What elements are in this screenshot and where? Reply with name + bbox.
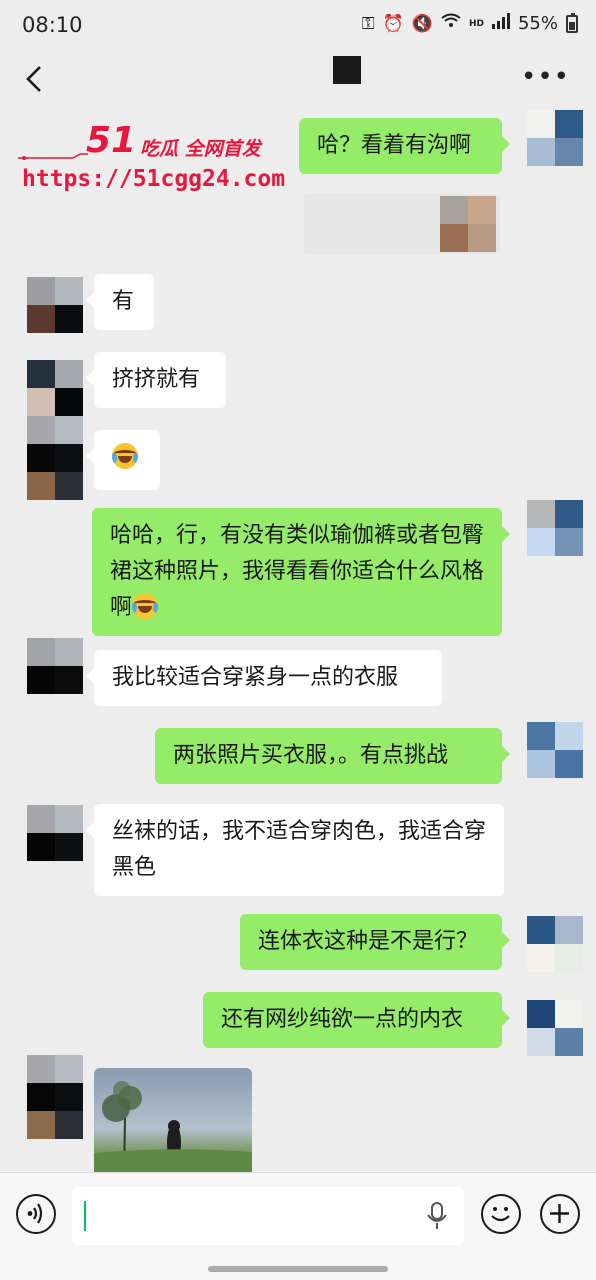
message-text: 有 <box>112 289 135 314</box>
avatar-contact[interactable] <box>27 805 83 861</box>
message-text: 还有网纱纯欲一点的内衣 <box>221 1007 464 1032</box>
avatar-self[interactable] <box>527 1000 583 1056</box>
avatar-contact[interactable] <box>27 1055 83 1111</box>
text-cursor <box>84 1201 86 1231</box>
avatar-contact[interactable] <box>27 416 83 472</box>
avatar-contact[interactable] <box>27 360 83 416</box>
signal-icon <box>491 13 510 34</box>
battery-percent: 55% <box>517 13 558 34</box>
message-text: 连体衣这种是不是行？ <box>258 929 479 954</box>
laughing-crying-emoji <box>112 443 138 469</box>
message-text: 哈哈，行，有没有类似瑜伽裤或者包臀裙这种照片，我得看看你适合什么风格啊 <box>110 523 485 620</box>
more-dots-icon[interactable]: ••• <box>521 64 570 90</box>
chat-title-redacted <box>333 56 361 84</box>
avatar-self[interactable] <box>527 722 583 778</box>
message-text: 两张照片买衣服，。有点挑战 <box>173 743 449 768</box>
avatar-contact-partial <box>27 472 83 500</box>
wifi-icon <box>441 13 461 34</box>
message-text: 我比较适合穿紧身一点的衣服 <box>112 665 399 690</box>
message-bubble-out[interactable]: 连体衣这种是不是行？ <box>240 914 510 970</box>
avatar-self[interactable] <box>527 110 583 166</box>
avatar-self[interactable] <box>527 916 583 972</box>
image-message[interactable] <box>94 1068 252 1178</box>
battery-icon <box>566 12 578 33</box>
mute-icon: 🔇 <box>411 13 433 34</box>
input-bar <box>0 1172 596 1280</box>
status-icons: ⚿ ⏰ 🔇 HD 55% <box>361 12 578 34</box>
plus-icon <box>550 1204 569 1223</box>
watermark-url: https://51cgg24.com <box>22 166 286 192</box>
avatar-contact[interactable] <box>27 277 83 333</box>
voice-input-button[interactable] <box>16 1194 56 1234</box>
home-indicator[interactable] <box>208 1266 388 1272</box>
message-bubble-in[interactable]: 我比较适合穿紧身一点的衣服 <box>86 650 442 706</box>
microphone-icon[interactable] <box>426 1201 448 1231</box>
chevron-left-icon[interactable] <box>22 64 46 94</box>
message-bubble-out[interactable]: 哈哈，行，有没有类似瑜伽裤或者包臀裙这种照片，我得看看你适合什么风格啊 <box>92 508 510 636</box>
watermark-brand: 51 <box>86 120 137 161</box>
key-icon: ⚿ <box>361 13 375 34</box>
smiley-icon <box>491 1207 510 1222</box>
voice-icon <box>27 1203 43 1224</box>
watermark-logo: 51 吃瓜 全网首发 https://51cgg24.com <box>18 120 285 200</box>
message-text: 哈？看着有沟啊 <box>317 133 472 158</box>
message-text: 挤挤就有 <box>112 367 201 392</box>
quoted-message[interactable] <box>304 194 500 254</box>
quoted-image-thumbnail <box>440 196 496 252</box>
photo-thumbnail <box>94 1081 252 1178</box>
more-actions-button[interactable] <box>540 1194 580 1234</box>
network-type-label: HD <box>468 18 484 29</box>
alarm-icon: ⏰ <box>382 13 404 34</box>
avatar-contact-partial <box>27 1111 83 1139</box>
emoji-button[interactable] <box>481 1194 521 1234</box>
message-bubble-in[interactable]: 有 <box>86 274 154 330</box>
message-bubble-out[interactable]: 还有网纱纯欲一点的内衣 <box>203 992 510 1048</box>
laughing-crying-emoji <box>132 593 159 619</box>
message-bubble-out[interactable]: 两张照片买衣服，。有点挑战 <box>155 728 510 784</box>
message-bubble-in[interactable] <box>86 430 160 490</box>
message-input[interactable] <box>72 1187 464 1245</box>
status-bar: 08:10 ⚿ ⏰ 🔇 HD 55% <box>0 0 596 52</box>
avatar-contact[interactable] <box>27 638 83 694</box>
watermark-tag: 吃瓜 全网首发 <box>140 138 261 160</box>
chat-header: ••• <box>0 52 596 108</box>
message-bubble-out[interactable]: 哈？看着有沟啊 <box>299 118 510 174</box>
message-text: 丝袜的话，我不适合穿肉色，我适合穿黑色 <box>112 819 487 880</box>
status-time: 08:10 <box>22 13 83 37</box>
message-bubble-in[interactable]: 挤挤就有 <box>86 352 226 408</box>
avatar-self[interactable] <box>527 500 583 556</box>
message-bubble-in[interactable]: 丝袜的话，我不适合穿肉色，我适合穿黑色 <box>86 804 504 896</box>
